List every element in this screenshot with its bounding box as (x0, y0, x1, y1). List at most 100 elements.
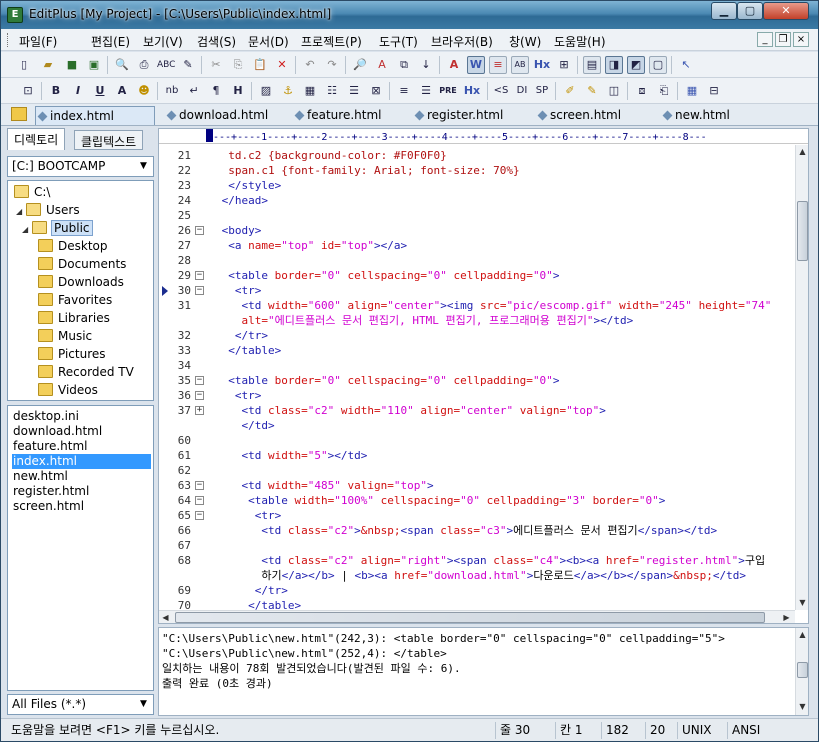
tree-item-public[interactable]: Public (32, 219, 93, 237)
fold-collapse-icon[interactable]: − (195, 376, 204, 385)
file-item-new-html[interactable]: new.html (12, 469, 151, 484)
output-window[interactable]: "C:\Users\Public\new.html"(242,3): <tabl… (158, 627, 809, 716)
font-size-icon[interactable]: A (445, 56, 463, 74)
code-line[interactable]: 62 (159, 463, 795, 478)
horizontal-rule-button[interactable]: H (229, 82, 247, 100)
menu-project[interactable]: 프로젝트(P) (301, 33, 362, 50)
form-icon[interactable]: ⊠ (367, 82, 385, 100)
editor-horizontal-scrollbar[interactable]: ◀ ▶ (159, 610, 795, 623)
code-line[interactable]: 67 (159, 538, 795, 553)
mdi-restore-button[interactable]: ❐ (775, 32, 791, 47)
code-line[interactable]: 35− <table border="0" cellspacing="0" ce… (159, 373, 795, 388)
find-replace-icon[interactable]: A (373, 56, 391, 74)
scroll-thumb[interactable] (797, 662, 808, 678)
align-center-icon[interactable]: ☰ (417, 82, 435, 100)
tree-expand-icon[interactable]: ◢ (22, 225, 28, 234)
scroll-right-icon[interactable]: ▶ (780, 611, 793, 623)
spellcheck-icon[interactable]: ABC (157, 56, 175, 74)
code-line[interactable]: 22 span.c1 {font-family: Arial; font-siz… (159, 163, 795, 178)
hex-viewer-icon[interactable]: Hx (533, 56, 551, 74)
align-left-icon[interactable]: ≡ (395, 82, 413, 100)
tree-item-recorded-tv[interactable]: Recorded TV (38, 363, 134, 381)
output-line[interactable]: "C:\Users\Public\new.html"(242,3): <tabl… (162, 631, 725, 646)
tab-screen-html[interactable]: screen.html (536, 106, 656, 125)
code-line[interactable]: 60 (159, 433, 795, 448)
code-line[interactable]: 27 <a name="top" id="top"></a> (159, 238, 795, 253)
menu-help[interactable]: 도움말(H) (554, 33, 606, 50)
code-line[interactable]: 37 + <td class="c2" width="110" align="ce… (159, 403, 795, 418)
chevron-down-icon[interactable]: ▼ (136, 158, 151, 175)
code-line[interactable]: 24 </head> (159, 193, 795, 208)
scroll-up-icon[interactable]: ▲ (796, 628, 808, 642)
save-all-icon[interactable]: ▣ (85, 56, 103, 74)
nbsp-button[interactable]: nb (163, 82, 181, 100)
editplus-app-icon[interactable]: E (7, 7, 23, 23)
tree-item-desktop[interactable]: Desktop (38, 237, 108, 255)
print-preview-icon[interactable]: 🔍 (113, 56, 131, 74)
tree-item-documents[interactable]: Documents (38, 255, 126, 273)
tree-item-users[interactable]: Users (26, 201, 80, 219)
file-item-index-html[interactable]: index.html (12, 454, 151, 469)
code-line[interactable]: 64− <table width="100%" cellspacing="0" … (159, 493, 795, 508)
file-item-feature-html[interactable]: feature.html (12, 439, 151, 454)
table-icon[interactable]: ▦ (301, 82, 319, 100)
tree-expand-icon[interactable]: ◢ (16, 207, 22, 216)
color-icon[interactable]: ☻ (135, 82, 153, 100)
fullscreen-icon[interactable]: ▢ (649, 56, 667, 74)
menu-window[interactable]: 창(W) (509, 33, 541, 50)
code-line[interactable]: 31 <td width="600" align="center"><img s… (159, 298, 795, 313)
code-line[interactable]: 33 </table> (159, 343, 795, 358)
find-icon[interactable]: 🔎 (351, 56, 369, 74)
replace-icon[interactable]: ✎ (179, 56, 197, 74)
paste-icon[interactable]: 📋 (251, 56, 269, 74)
toolbar-settings-icon[interactable]: ▦ (683, 82, 701, 100)
fold-collapse-icon[interactable]: − (195, 481, 204, 490)
heading-button[interactable]: Hx (463, 82, 481, 100)
fold-collapse-icon[interactable]: − (195, 271, 204, 280)
editor-vertical-scrollbar[interactable]: ▲ ▼ (795, 145, 808, 610)
list-icon[interactable]: ☷ (323, 82, 341, 100)
underline-button[interactable]: U (91, 82, 109, 100)
word-wrap-icon[interactable]: W (467, 56, 485, 74)
code-editor[interactable]: ---+----1----+----2----+----3----+----4-… (158, 128, 809, 624)
anchor-icon[interactable]: ⚓ (279, 82, 297, 100)
status-encoding[interactable]: ANSI (727, 722, 787, 739)
comment-icon[interactable]: ◫ (605, 82, 623, 100)
code-line[interactable]: 65− <tr> (159, 508, 795, 523)
chevron-down-icon[interactable]: ▼ (136, 696, 151, 713)
status-line-format[interactable]: UNIX (677, 722, 727, 739)
tree-item-favorites[interactable]: Favorites (38, 291, 112, 309)
open-folder-icon[interactable]: ▰ (39, 56, 57, 74)
menu-edit[interactable]: 편집(E) (91, 33, 130, 50)
folder-icon[interactable] (11, 107, 27, 121)
scroll-down-icon[interactable]: ▼ (796, 700, 808, 714)
menu-browser[interactable]: 브라우저(B) (431, 33, 493, 50)
sp-button[interactable]: SP (533, 82, 551, 100)
file-item-register-html[interactable]: register.html (12, 484, 151, 499)
line-number-icon[interactable]: ≡ (489, 56, 507, 74)
frame-icon[interactable]: ⧈ (633, 82, 651, 100)
save-icon[interactable]: ■ (63, 56, 81, 74)
tree-item-videos[interactable]: Videos (38, 381, 98, 399)
scroll-thumb[interactable] (175, 612, 765, 623)
toolbar-customize-icon[interactable]: ⊟ (705, 82, 723, 100)
italic-button[interactable]: I (69, 82, 87, 100)
code-line[interactable]: 61 <td width="5"></td> (159, 448, 795, 463)
tab-directory[interactable]: 디렉토리 (7, 128, 66, 150)
tab-download-html[interactable]: download.html (165, 106, 285, 125)
code-line[interactable]: </td> (159, 418, 795, 433)
di-button[interactable]: DI (513, 82, 531, 100)
script-icon[interactable]: ✐ (561, 82, 579, 100)
code-line[interactable]: 30− <tr> (159, 283, 795, 298)
code-line[interactable]: 66 <td class="c2">&nbsp;<span class="c3"… (159, 523, 795, 538)
menu-tools[interactable]: 도구(T) (379, 33, 418, 50)
fold-collapse-icon[interactable]: − (195, 496, 204, 505)
code-area[interactable]: 21 td.c2 {background-color: #F0F0F0} 22 s… (159, 145, 795, 612)
browser-icon[interactable]: ◩ (627, 56, 645, 74)
cut-icon[interactable]: ✂ (207, 56, 225, 74)
code-line[interactable]: 26− <body> (159, 223, 795, 238)
help-pointer-icon[interactable]: ↖ (677, 56, 695, 74)
menu-view[interactable]: 보기(V) (143, 33, 183, 50)
mdi-close-button[interactable]: × (793, 32, 809, 47)
output-line[interactable]: "C:\Users\Public\new.html"(252,4): </tab… (162, 646, 447, 661)
